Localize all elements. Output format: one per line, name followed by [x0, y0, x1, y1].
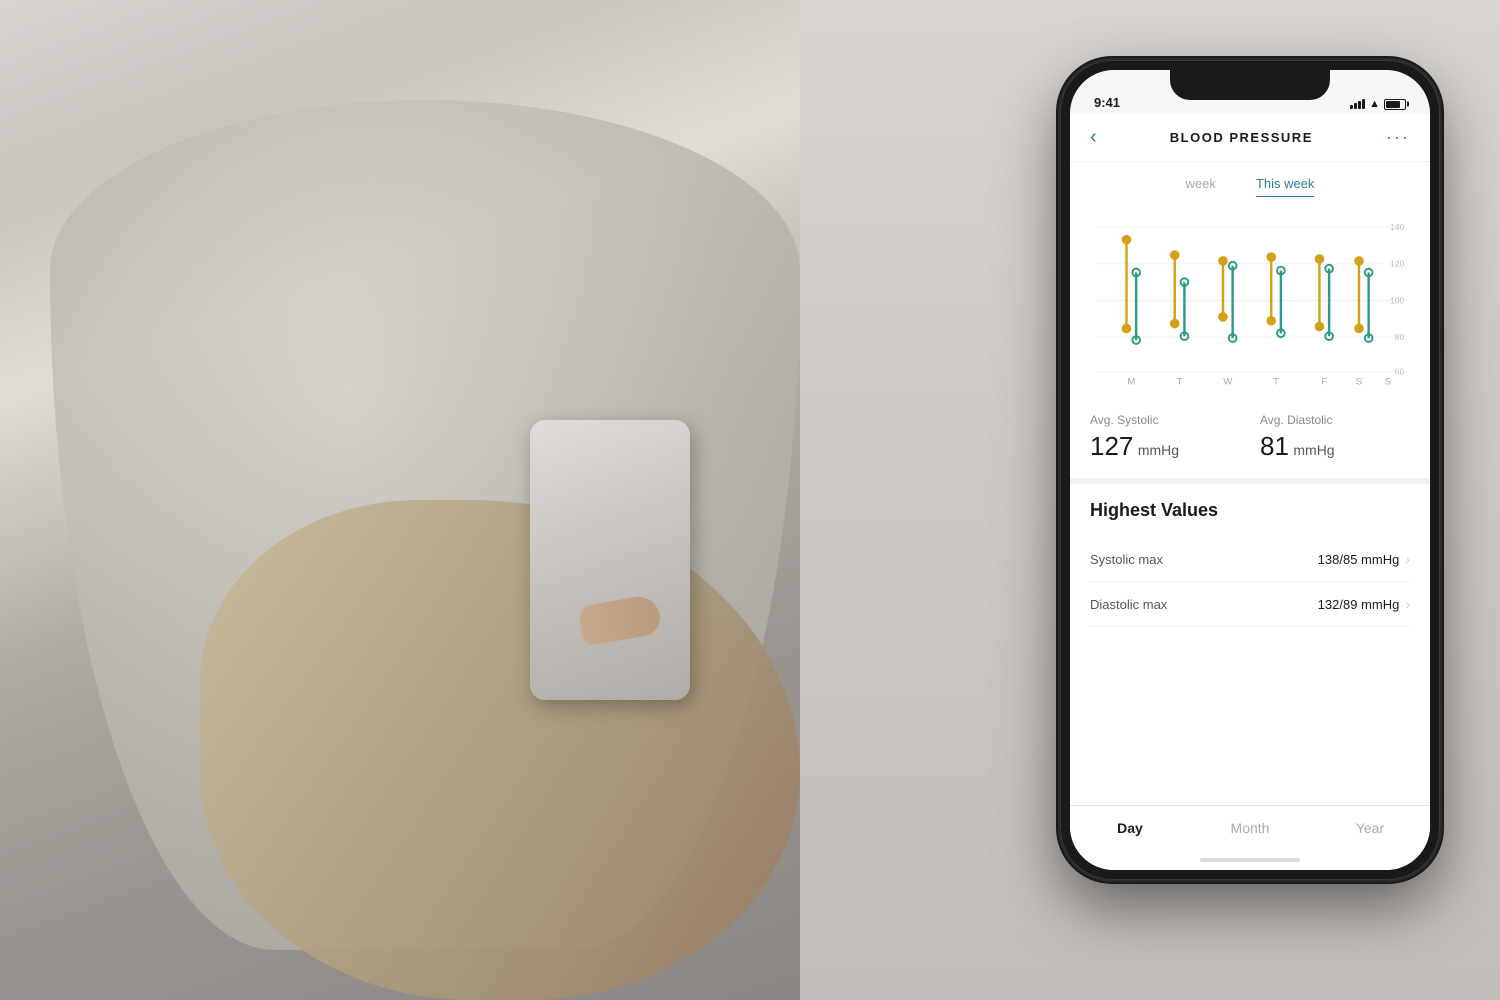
svg-text:F: F	[1321, 376, 1327, 387]
diastolic-stat: Avg. Diastolic 81 mmHg	[1260, 413, 1410, 462]
diastolic-max-value: 132/89 mmHg	[1318, 597, 1400, 612]
app-content: ‹ BLOOD PRESSURE ··· week This week	[1070, 114, 1430, 870]
phone-body: 9:41 ▲	[1060, 60, 1440, 880]
svg-text:T: T	[1273, 376, 1279, 387]
systolic-max-value: 138/85 mmHg	[1318, 552, 1400, 567]
tab-month[interactable]: Month	[1190, 806, 1310, 850]
phone-screen: 9:41 ▲	[1070, 70, 1430, 870]
diastolic-value: 81	[1260, 431, 1289, 461]
tab-day[interactable]: Day	[1070, 806, 1190, 850]
phone: 9:41 ▲	[1060, 60, 1440, 880]
signal-bar-2	[1354, 103, 1357, 109]
svg-text:S: S	[1356, 376, 1362, 387]
systolic-value: 127	[1090, 431, 1133, 461]
back-button[interactable]: ‹	[1090, 126, 1097, 149]
highest-values-section: Highest Values Systolic max 138/85 mmHg …	[1070, 484, 1430, 635]
week-tab-bar: week This week	[1070, 162, 1430, 197]
tab-week[interactable]: week	[1166, 170, 1236, 197]
systolic-max-chevron-icon: ›	[1405, 551, 1410, 567]
svg-text:T: T	[1177, 376, 1183, 387]
systolic-unit: mmHg	[1138, 442, 1179, 458]
tab-this-week[interactable]: This week	[1236, 170, 1335, 197]
diastolic-max-row[interactable]: Diastolic max 132/89 mmHg ›	[1090, 582, 1410, 627]
svg-text:W: W	[1223, 376, 1233, 387]
diastolic-max-label: Diastolic max	[1090, 597, 1167, 612]
diastolic-unit: mmHg	[1293, 442, 1334, 458]
svg-text:60: 60	[1395, 367, 1405, 377]
home-bar	[1200, 858, 1300, 862]
signal-icon	[1350, 99, 1365, 109]
phone-notch	[1170, 70, 1330, 100]
battery-tip	[1407, 102, 1409, 107]
bottom-tab-bar: Day Month Year	[1070, 805, 1430, 850]
svg-text:M: M	[1127, 376, 1135, 387]
wifi-icon: ▲	[1369, 98, 1380, 110]
chart-svg: 140 120 100 80 60	[1086, 207, 1414, 392]
battery-icon	[1384, 99, 1406, 110]
status-time: 9:41	[1094, 95, 1120, 110]
page-title: BLOOD PRESSURE	[1170, 130, 1313, 145]
diastolic-label: Avg. Diastolic	[1260, 413, 1410, 427]
svg-text:S: S	[1385, 376, 1391, 387]
more-button[interactable]: ···	[1386, 127, 1410, 148]
signal-bar-4	[1362, 99, 1365, 109]
systolic-max-label: Systolic max	[1090, 552, 1163, 567]
systolic-stat: Avg. Systolic 127 mmHg	[1090, 413, 1240, 462]
signal-bar-3	[1358, 101, 1361, 109]
systolic-label: Avg. Systolic	[1090, 413, 1240, 427]
home-indicator	[1070, 850, 1430, 870]
diastolic-value-row: 81 mmHg	[1260, 431, 1410, 462]
signal-bar-1	[1350, 105, 1353, 109]
systolic-value-row: 127 mmHg	[1090, 431, 1240, 462]
highest-values-title: Highest Values	[1090, 500, 1410, 521]
bp-chart: 140 120 100 80 60	[1070, 197, 1430, 397]
man-silhouette: withings +	[0, 0, 900, 1000]
diastolic-max-value-group: 132/89 mmHg ›	[1318, 596, 1410, 612]
diastolic-max-chevron-icon: ›	[1405, 596, 1410, 612]
status-icons: ▲	[1350, 98, 1406, 110]
battery-fill	[1386, 101, 1400, 108]
app-header: ‹ BLOOD PRESSURE ···	[1070, 114, 1430, 162]
systolic-max-row[interactable]: Systolic max 138/85 mmHg ›	[1090, 537, 1410, 582]
tab-year[interactable]: Year	[1310, 806, 1430, 850]
stats-row: Avg. Systolic 127 mmHg Avg. Diastolic 81…	[1070, 397, 1430, 484]
svg-text:80: 80	[1395, 332, 1405, 342]
systolic-max-value-group: 138/85 mmHg ›	[1318, 551, 1410, 567]
bp-cuff: withings +	[530, 420, 690, 700]
